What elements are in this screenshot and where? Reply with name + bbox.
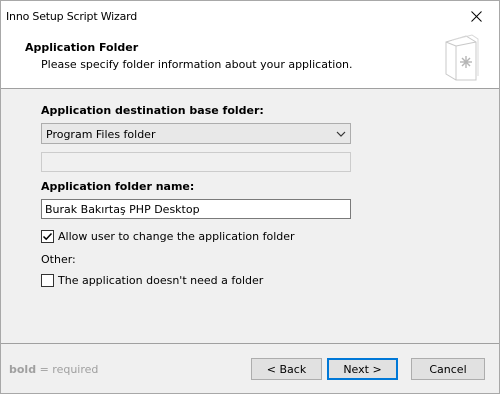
allow-change-checkbox[interactable]	[41, 230, 54, 243]
base-folder-select[interactable]: Program Files folder	[41, 123, 351, 144]
other-label: Other:	[41, 253, 76, 266]
page-header: Application Folder Please specify folder…	[1, 32, 499, 88]
cancel-button[interactable]: Cancel	[411, 358, 485, 380]
title-bar[interactable]: Inno Setup Script Wizard	[1, 1, 499, 32]
window-title: Inno Setup Script Wizard	[6, 10, 138, 23]
no-folder-checkbox[interactable]	[41, 274, 54, 287]
wizard-window: Inno Setup Script Wizard Application Fol…	[0, 0, 500, 394]
form-area: Application destination base folder: Pro…	[1, 89, 499, 343]
close-icon	[470, 11, 482, 22]
footer-divider	[1, 343, 499, 344]
legend-bold-text: bold	[9, 363, 37, 376]
checkmark-icon	[42, 232, 53, 241]
base-folder-select-value: Program Files folder	[46, 128, 156, 141]
legend-rest-text: = required	[36, 363, 99, 376]
next-button[interactable]: Next >	[327, 358, 398, 380]
wizard-document-icon	[445, 34, 479, 81]
custom-base-folder-field	[41, 152, 351, 172]
close-button[interactable]	[453, 1, 499, 32]
dropdown-chevron-icon	[336, 131, 346, 137]
allow-change-label: Allow user to change the application fol…	[58, 230, 295, 243]
page-subtitle: Please specify folder information about …	[41, 58, 353, 71]
no-folder-checkbox-row[interactable]: The application doesn't need a folder	[41, 274, 263, 287]
folder-name-input[interactable]	[41, 199, 351, 219]
no-folder-label: The application doesn't need a folder	[58, 274, 264, 287]
allow-change-checkbox-row[interactable]: Allow user to change the application fol…	[41, 230, 295, 243]
folder-name-label: Application folder name:	[41, 180, 195, 193]
back-button[interactable]: < Back	[251, 358, 322, 380]
required-legend: bold = required	[9, 363, 98, 376]
page-title: Application Folder	[25, 41, 139, 54]
base-folder-label: Application destination base folder:	[41, 104, 264, 117]
